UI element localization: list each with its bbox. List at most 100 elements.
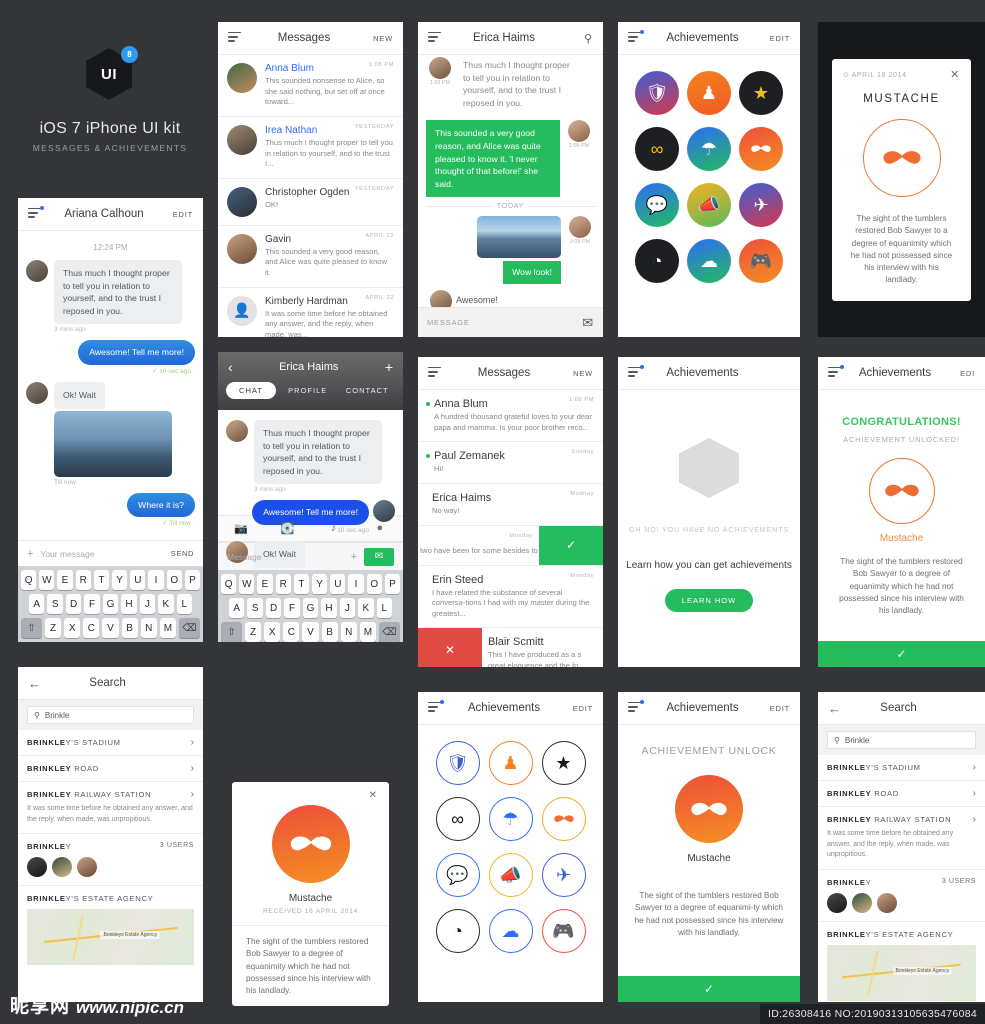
search-result-row[interactable]: BRINKLEY RAILWAY STATION › It was some t… xyxy=(818,807,985,870)
key[interactable]: L xyxy=(376,598,392,618)
search-result-row[interactable]: BRINKLEY RAILWAY STATION › It was some t… xyxy=(18,782,203,834)
key[interactable]: U xyxy=(130,570,146,591)
avatar[interactable] xyxy=(77,857,97,877)
key[interactable]: X xyxy=(264,622,281,642)
key[interactable]: D xyxy=(65,594,82,615)
hamburger-icon[interactable] xyxy=(828,364,844,380)
key[interactable]: X xyxy=(64,618,81,639)
tab-profile[interactable]: PROFILE xyxy=(280,386,336,395)
key[interactable]: Y xyxy=(112,570,128,591)
key[interactable]: V xyxy=(302,622,319,642)
search-result-row-map[interactable]: BRINKLEY'S ESTATE AGENCY Brinkleys Estat… xyxy=(18,886,203,973)
key[interactable]: Z xyxy=(245,622,262,642)
gamepad-icon[interactable]: 🎮 xyxy=(739,239,783,283)
tab-chat[interactable]: CHAT xyxy=(226,382,276,399)
key[interactable]: P xyxy=(184,570,201,591)
gamepad-icon[interactable]: 🎮 xyxy=(541,909,586,953)
keyboard[interactable]: Q W E R T Y U I O P A S D F G H J K L ⇧ … xyxy=(18,566,203,642)
send-envelope-icon[interactable]: ✉ xyxy=(582,315,594,331)
key[interactable]: N xyxy=(140,618,157,639)
key[interactable]: Q xyxy=(20,570,37,591)
edit-button[interactable]: EDI xyxy=(949,369,975,378)
confirm-button[interactable]: ✓ xyxy=(818,641,985,667)
search-result-row[interactable]: BRINKLEY'S STADIUM › xyxy=(18,730,203,756)
key[interactable]: F xyxy=(284,598,300,618)
key[interactable]: H xyxy=(121,594,137,615)
key[interactable]: T xyxy=(93,570,109,591)
map-thumbnail[interactable]: Brinkleys Estate Agency xyxy=(27,909,194,965)
search-result-row-map[interactable]: BRINKLEY'S ESTATE AGENCY Brinkleys Estat… xyxy=(818,921,985,1002)
edit-button[interactable]: EDIT xyxy=(567,704,593,713)
list-item[interactable]: Erin Steed I have related the substance … xyxy=(418,566,603,629)
key[interactable]: T xyxy=(293,574,309,594)
megaphone-icon[interactable]: 📣 xyxy=(488,853,533,897)
hamburger-icon[interactable] xyxy=(228,31,241,45)
key[interactable]: H xyxy=(321,598,337,618)
back-arrow-icon[interactable]: ← xyxy=(28,676,48,691)
search-result-row[interactable]: BRINKLEY ROAD › xyxy=(18,756,203,782)
message-input[interactable]: Your message xyxy=(40,549,94,559)
map-thumbnail[interactable]: Brinkleys Estate Agency xyxy=(827,944,976,1001)
list-item[interactable]: Paul Zemanek Hi! Sunday xyxy=(418,442,603,484)
list-item[interactable]: Anna Blum A hundred thousand grateful lo… xyxy=(418,390,603,443)
hamburger-icon[interactable] xyxy=(628,29,644,45)
close-icon[interactable]: ✕ xyxy=(232,782,389,801)
tie-icon[interactable]: ♟ xyxy=(687,71,731,115)
compass-icon[interactable]: ◔ xyxy=(635,239,679,283)
shield-icon[interactable]: 🛡 xyxy=(635,71,679,115)
search-result-row-users[interactable]: BRINKLEY 3 USERS xyxy=(818,869,985,922)
message-input-bar[interactable]: MESSAGE ✉ xyxy=(418,307,603,337)
avatar[interactable] xyxy=(852,892,872,913)
confirm-button[interactable]: ✓ xyxy=(618,976,800,1002)
avatar[interactable] xyxy=(827,892,847,913)
shift-key[interactable]: ⇧ xyxy=(221,622,242,642)
tab-contact[interactable]: CONTACT xyxy=(339,386,395,395)
key[interactable]: V xyxy=(102,618,119,639)
mustache-icon[interactable] xyxy=(739,127,783,171)
hamburger-icon[interactable] xyxy=(628,699,644,715)
edit-button[interactable]: EDIT xyxy=(764,34,790,43)
key[interactable]: L xyxy=(176,594,192,615)
edit-button[interactable]: EDIT xyxy=(764,704,790,713)
avatar[interactable] xyxy=(877,892,897,913)
new-message-button[interactable]: NEW xyxy=(367,34,393,43)
close-icon[interactable]: ✕ xyxy=(950,68,960,81)
delete-action[interactable]: ✕ xyxy=(418,628,482,667)
key[interactable]: R xyxy=(75,570,91,591)
search-icon[interactable]: ⚲ xyxy=(567,32,593,45)
key[interactable]: R xyxy=(275,574,291,594)
hamburger-icon[interactable] xyxy=(28,205,44,221)
hamburger-icon[interactable] xyxy=(628,364,644,380)
mask-icon[interactable]: ∞ xyxy=(435,797,480,841)
list-item-swiped-delete[interactable]: Blair Scmitt This I have produced as a s… xyxy=(418,628,603,667)
list-item[interactable]: Anna Blum This sounded nonsense to Alice… xyxy=(218,55,403,117)
key[interactable]: G xyxy=(302,598,319,618)
list-item[interactable]: Gavin This sounded a very good reason, a… xyxy=(218,226,403,288)
key[interactable]: W xyxy=(239,574,255,594)
message-input[interactable]: Message xyxy=(227,552,262,562)
list-item[interactable]: 👤 Kimberly Hardman It was some time befo… xyxy=(218,288,403,337)
hamburger-icon[interactable] xyxy=(428,366,441,380)
photo-attachment[interactable] xyxy=(54,410,172,477)
plane-icon[interactable]: ✈ xyxy=(739,183,783,227)
umbrella-icon[interactable]: ☂ xyxy=(488,797,533,841)
chat-icon[interactable]: 💬 xyxy=(635,183,679,227)
hamburger-icon[interactable] xyxy=(428,31,441,45)
photo-attachment[interactable] xyxy=(477,216,561,259)
search-input[interactable]: ⚲ Brinkle xyxy=(827,731,976,749)
back-arrow-icon[interactable]: ← xyxy=(828,701,848,716)
mustache-icon[interactable] xyxy=(541,797,586,841)
key[interactable]: O xyxy=(366,574,382,594)
search-result-row[interactable]: BRINKLEY'S STADIUM › xyxy=(818,755,985,781)
search-result-row[interactable]: BRINKLEY ROAD › xyxy=(818,781,985,807)
key[interactable]: W xyxy=(39,570,55,591)
key[interactable]: E xyxy=(257,574,273,594)
key[interactable]: G xyxy=(102,594,119,615)
keyboard[interactable]: Q W E R T Y U I O P A S D F G H J K L ⇧ … xyxy=(218,570,403,642)
compass-icon[interactable]: ◔ xyxy=(435,909,480,953)
hamburger-icon[interactable] xyxy=(428,699,444,715)
key[interactable]: A xyxy=(29,594,45,615)
add-icon[interactable]: + xyxy=(385,359,393,375)
shift-key[interactable]: ⇧ xyxy=(21,618,42,639)
video-icon[interactable]: 💽 xyxy=(264,522,310,535)
